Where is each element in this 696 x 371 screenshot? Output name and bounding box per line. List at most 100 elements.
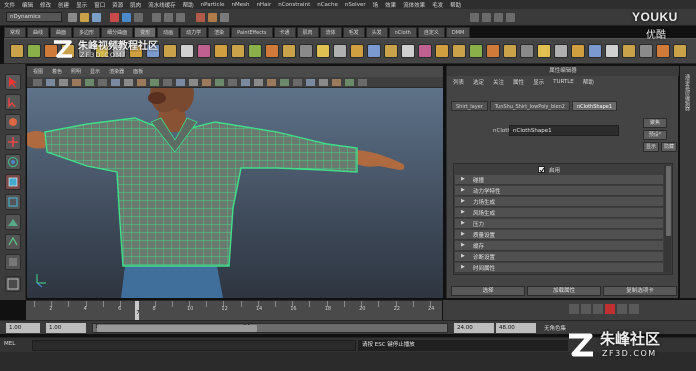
shelf-tool-icon[interactable]	[265, 44, 279, 58]
toggle-channel-box-icon[interactable]	[494, 13, 503, 22]
menu-item-12[interactable]: nHair	[256, 2, 271, 8]
character-set-dropdown[interactable]: 无角色集	[544, 324, 566, 332]
menu-item-13[interactable]: nConstraint	[278, 2, 310, 8]
shelf-tool-icon[interactable]	[452, 44, 466, 58]
attr-tab-1[interactable]: TunShu_Shirt_lowPoly_blen2	[489, 101, 570, 111]
attr-section-3[interactable]: ▶ 风场生成	[455, 208, 663, 218]
shelf-tool-icon[interactable]	[231, 44, 245, 58]
attr-tab-2[interactable]: nClothShape1	[571, 101, 618, 111]
soft-mod-tool-icon[interactable]	[5, 214, 21, 230]
menu-item-3[interactable]: 创建	[58, 1, 69, 9]
shelf-tab-0[interactable]: 常规	[4, 27, 27, 38]
copy-tab-button[interactable]: 复制选项卡	[603, 286, 677, 296]
shelf-tab-9[interactable]: PaintEffects	[231, 27, 273, 38]
shelf-tool-icon[interactable]	[503, 44, 517, 58]
select-by-component-icon[interactable]	[134, 13, 143, 22]
shelf-tool-icon[interactable]	[282, 44, 296, 58]
paint-select-tool-icon[interactable]	[5, 114, 21, 130]
layout-single-icon[interactable]	[5, 276, 21, 292]
viewport-tool-icon[interactable]	[319, 79, 328, 86]
show-button[interactable]: 显示	[643, 142, 659, 152]
menu-item-8[interactable]: 流水线缓存	[148, 1, 176, 9]
playback-end-field[interactable]: 24.00	[454, 323, 494, 333]
attr-menu-item-3[interactable]: 属性	[513, 78, 524, 86]
menu-item-1[interactable]: 编辑	[22, 1, 33, 9]
toggle-attr-editor-icon[interactable]	[470, 13, 479, 22]
shelf-tool-icon[interactable]	[299, 44, 313, 58]
range-bar[interactable]: 1 24	[92, 323, 448, 333]
attr-section-8[interactable]: ▶ 时间属性	[455, 263, 663, 273]
right-side-strip[interactable]: 通道盒/层编辑器	[680, 66, 696, 298]
viewport-tool-icon[interactable]	[345, 79, 354, 86]
viewport-tool-icon[interactable]	[137, 79, 146, 86]
viewport-tool-icon[interactable]	[189, 79, 198, 86]
step-forward-icon[interactable]	[617, 304, 627, 314]
shelf-tool-icon[interactable]	[350, 44, 364, 58]
hide-button[interactable]: 隐藏	[661, 142, 677, 152]
attr-section-5[interactable]: ▶ 质量设置	[455, 230, 663, 240]
viewport-3d[interactable]	[27, 88, 443, 298]
viewport-tool-icon[interactable]	[59, 79, 68, 86]
open-scene-icon[interactable]	[80, 13, 89, 22]
viewport-menu-item-5[interactable]: 面板	[133, 68, 143, 75]
attr-section-6[interactable]: ▶ 缓存	[455, 241, 663, 251]
viewport-tool-icon[interactable]	[358, 79, 367, 86]
viewport-menu-item-4[interactable]: 渲染器	[109, 68, 124, 75]
shelf-tool-icon[interactable]	[639, 44, 653, 58]
viewport-tool-icon[interactable]	[215, 79, 224, 86]
viewport-tool-icon[interactable]	[176, 79, 185, 86]
shelf-tool-icon[interactable]	[605, 44, 619, 58]
step-back-icon[interactable]	[581, 304, 591, 314]
viewport-menu-item-1[interactable]: 着色	[52, 68, 62, 75]
render-icon[interactable]	[196, 13, 205, 22]
shelf-tab-10[interactable]: 卡通	[273, 27, 296, 38]
shelf-tool-icon[interactable]	[486, 44, 500, 58]
menu-item-7[interactable]: 肌肉	[130, 1, 141, 9]
menu-item-18[interactable]: 流体效果	[403, 1, 425, 9]
viewport-tool-icon[interactable]	[306, 79, 315, 86]
viewport-tool-icon[interactable]	[228, 79, 237, 86]
viewport-tool-icon[interactable]	[254, 79, 263, 86]
shelf-tool-icon[interactable]	[622, 44, 636, 58]
menu-item-14[interactable]: nCache	[317, 2, 338, 8]
show-manipulator-icon[interactable]	[5, 234, 21, 250]
attr-section-4[interactable]: ▶ 压力	[455, 219, 663, 229]
shelf-tool-icon[interactable]	[588, 44, 602, 58]
shelf-tab-17[interactable]: DMM	[445, 27, 471, 38]
attr-menu-item-1[interactable]: 选定	[473, 78, 484, 86]
menu-set-dropdown[interactable]: nDynamics	[6, 12, 62, 22]
viewport-tool-icon[interactable]	[72, 79, 81, 86]
shelf-tool-icon[interactable]	[10, 44, 24, 58]
viewport-tool-icon[interactable]	[241, 79, 250, 86]
go-to-end-icon[interactable]	[629, 304, 639, 314]
new-scene-icon[interactable]	[68, 13, 77, 22]
viewport-tool-icon[interactable]	[98, 79, 107, 86]
select-tool-icon[interactable]	[5, 74, 21, 90]
menu-item-4[interactable]: 显示	[76, 1, 87, 9]
ipr-render-icon[interactable]	[208, 13, 217, 22]
select-by-hierarchy-icon[interactable]	[110, 13, 119, 22]
shelf-tool-icon[interactable]	[384, 44, 398, 58]
viewport-tool-icon[interactable]	[124, 79, 133, 86]
focus-button[interactable]: 聚焦	[643, 118, 667, 128]
menu-item-2[interactable]: 修改	[40, 1, 51, 9]
viewport-menu-item-3[interactable]: 显示	[90, 68, 100, 75]
viewport-tool-icon[interactable]	[163, 79, 172, 86]
attr-menu-item-4[interactable]: 显示	[533, 78, 544, 86]
viewport-tool-icon[interactable]	[111, 79, 120, 86]
command-input[interactable]	[32, 340, 356, 351]
shelf-tool-icon[interactable]	[418, 44, 432, 58]
menu-item-10[interactable]: nParticle	[201, 2, 225, 8]
attr-section-1[interactable]: ▶ 动力学特性	[455, 186, 663, 196]
shelf-tool-icon[interactable]	[537, 44, 551, 58]
toggle-tool-settings-icon[interactable]	[482, 13, 491, 22]
snap-point-icon[interactable]	[176, 13, 185, 22]
shelf-tool-icon[interactable]	[520, 44, 534, 58]
shelf-tool-icon[interactable]	[214, 44, 228, 58]
viewport-tool-icon[interactable]	[267, 79, 276, 86]
stop-icon[interactable]	[605, 304, 615, 314]
menu-item-6[interactable]: 资源	[112, 1, 123, 9]
shelf-tool-icon[interactable]	[27, 44, 41, 58]
menu-item-0[interactable]: 文件	[4, 1, 15, 9]
viewport-tool-icon[interactable]	[46, 79, 55, 86]
